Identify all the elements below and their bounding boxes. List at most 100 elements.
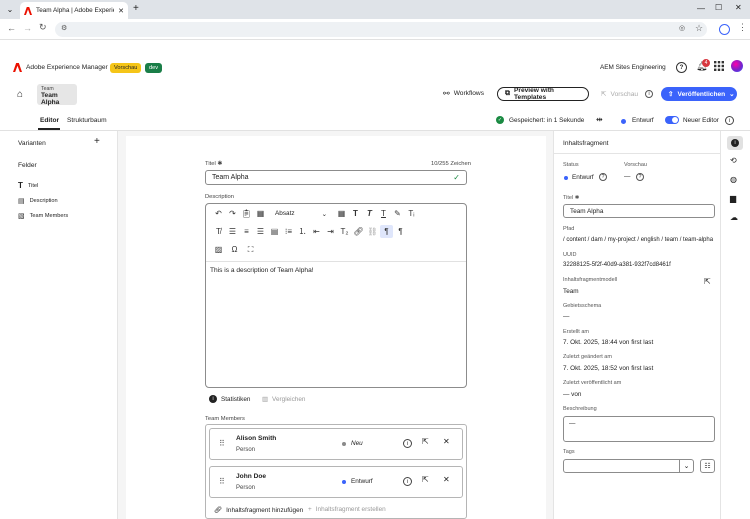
- text-direction-icon[interactable]: ¶: [380, 225, 393, 238]
- field-item-description[interactable]: ▤ Description: [18, 197, 58, 205]
- undo-icon[interactable]: ↶: [212, 207, 225, 220]
- outdent-icon[interactable]: ⇤: [310, 225, 323, 238]
- paste-plain-icon[interactable]: ▦: [254, 207, 267, 220]
- organization-name[interactable]: AEM Sites Engineering: [600, 64, 666, 71]
- drag-handle-icon[interactable]: ⠿: [219, 477, 225, 486]
- tags-combobox[interactable]: ⌄: [563, 459, 694, 473]
- field-item-team-members[interactable]: ▧ Team Members: [18, 212, 68, 220]
- unlink-icon[interactable]: ⛓: [366, 225, 379, 238]
- comments-icon[interactable]: ▆: [730, 194, 736, 203]
- image-icon[interactable]: ▨: [212, 243, 225, 256]
- link-icon[interactable]: 🔗︎: [352, 225, 365, 238]
- remove-member-icon[interactable]: ✕: [443, 437, 450, 446]
- open-fragment-icon[interactable]: ⇱: [422, 475, 429, 484]
- split-view-icon[interactable]: ⇹: [596, 115, 603, 124]
- tab-structure-tree[interactable]: Strukturbaum: [67, 117, 107, 124]
- preview-templates-button[interactable]: ⧉ Preview with Templates: [497, 87, 589, 101]
- ai-generate-icon[interactable]: ☁: [730, 213, 738, 222]
- tags-picker-button[interactable]: ☷: [700, 459, 715, 473]
- member-card[interactable]: ⠿ Alison Smith Person Neu i ⇱ ✕: [209, 428, 463, 460]
- highlight-marker-icon[interactable]: ✎: [391, 207, 404, 220]
- drag-handle-icon[interactable]: ⠿: [219, 439, 225, 448]
- preview-window-icon: ⧉: [505, 90, 510, 97]
- info-icon[interactable]: i: [725, 116, 734, 125]
- fragment-breadcrumb[interactable]: Team Team Alpha: [37, 84, 77, 106]
- member-card[interactable]: ⠿ John Doe Person Entwurf i ⇱ ✕: [209, 466, 463, 498]
- field-item-title[interactable]: T Titel: [18, 181, 38, 190]
- bookmark-star-icon[interactable]: ☆: [695, 23, 703, 34]
- user-avatar[interactable]: [731, 60, 743, 72]
- back-icon[interactable]: ←: [7, 23, 16, 33]
- tab-list-chevron-icon[interactable]: ⌄: [5, 4, 15, 14]
- link-icon: 🔗︎: [214, 507, 223, 514]
- align-center-icon[interactable]: ≡: [240, 225, 253, 238]
- title-input[interactable]: Team Alpha ✓: [205, 170, 467, 185]
- language-globe-icon[interactable]: ◍: [730, 175, 737, 184]
- profile-avatar-icon[interactable]: [719, 24, 730, 35]
- paragraph-mark-icon[interactable]: ¶: [394, 225, 407, 238]
- member-info-icon[interactable]: i: [403, 439, 412, 448]
- open-fragment-icon[interactable]: ⇱: [422, 437, 429, 446]
- workflows-button[interactable]: ⚯ Workflows: [443, 89, 484, 98]
- fullscreen-icon[interactable]: ⛶: [244, 243, 257, 256]
- close-window-icon[interactable]: ✕: [735, 3, 742, 12]
- special-char-omega-icon[interactable]: Ω: [228, 243, 241, 256]
- preview-info-icon[interactable]: i: [645, 90, 653, 98]
- properties-rail-button[interactable]: i: [727, 136, 743, 150]
- text-style-underline-t-icon[interactable]: T: [377, 207, 390, 220]
- publish-button[interactable]: ⇧ Veröffentlichen ⌄: [661, 87, 737, 101]
- maximize-icon[interactable]: ☐: [715, 3, 722, 12]
- compare-label: Vergleichen: [272, 395, 306, 403]
- address-bar[interactable]: ⚙ ◎ ☆: [55, 22, 707, 37]
- browser-menu-icon[interactable]: ⋮: [738, 22, 747, 33]
- help-icon[interactable]: ?: [676, 62, 687, 73]
- left-panel: Varianten + Felder T Titel ▤ Description…: [0, 131, 118, 519]
- create-fragment-button[interactable]: + Inhaltsfragment erstellen: [308, 506, 386, 513]
- rte-toolbar-row-1: ↶ ↷ 📋︎ ▦ Absatz ⌄ ▦ T T T ✎ Tᵢ: [212, 207, 462, 220]
- home-icon[interactable]: ⌂: [17, 89, 23, 100]
- fields-heading: Felder: [18, 162, 37, 169]
- align-left-icon[interactable]: ☰: [226, 225, 239, 238]
- new-tab-button[interactable]: +: [133, 3, 139, 14]
- chevron-down-icon[interactable]: ⌄: [679, 460, 693, 472]
- description-text[interactable]: This is a description of Team Alpha!: [210, 267, 314, 274]
- status-help-icon[interactable]: ?: [599, 173, 607, 181]
- minimize-icon[interactable]: —: [697, 4, 705, 13]
- table-icon[interactable]: ▦: [335, 207, 348, 220]
- forward-icon[interactable]: →: [23, 23, 32, 33]
- redo-icon[interactable]: ↷: [226, 207, 239, 220]
- browser-tab[interactable]: Team Alpha | Adobe Experience ✕: [20, 2, 128, 19]
- numbered-list-icon[interactable]: ⒈: [296, 225, 309, 238]
- text-style-italic-t-icon[interactable]: T: [363, 207, 376, 220]
- site-info-icon[interactable]: ⚙: [61, 24, 67, 32]
- app-switcher-grid-icon[interactable]: [714, 61, 724, 71]
- text-size-icon[interactable]: Tᵢ: [405, 207, 418, 220]
- text-style-bold-t-icon[interactable]: T: [349, 207, 362, 220]
- tab-editor[interactable]: Editor: [40, 117, 59, 124]
- member-info-icon[interactable]: i: [403, 477, 412, 486]
- hide-eye-icon[interactable]: ◎: [679, 24, 685, 32]
- bullet-list-icon[interactable]: ⁝≡: [282, 225, 295, 238]
- title-field-label: Titel ✱: [205, 161, 223, 167]
- paste-icon[interactable]: 📋︎: [240, 207, 253, 220]
- open-model-icon[interactable]: ⇱: [704, 277, 711, 286]
- close-tab-icon[interactable]: ✕: [118, 7, 124, 15]
- align-justify-icon[interactable]: ▤: [268, 225, 281, 238]
- paragraph-format-select[interactable]: Absatz ⌄: [272, 208, 330, 219]
- add-fragment-button[interactable]: 🔗︎ Inhaltsfragment hinzufügen: [214, 506, 303, 515]
- history-icon[interactable]: ⟲: [730, 156, 737, 165]
- description-prop-textarea[interactable]: —: [563, 416, 715, 442]
- clear-format-icon[interactable]: T̸: [212, 225, 225, 238]
- statistics-button[interactable]: i Statistiken: [209, 395, 250, 403]
- new-editor-toggle[interactable]: [665, 116, 679, 124]
- remove-member-icon[interactable]: ✕: [443, 475, 450, 484]
- add-variant-icon[interactable]: +: [94, 136, 100, 147]
- compare-button[interactable]: ▥ Vergleichen: [262, 395, 306, 404]
- indent-icon[interactable]: ⇥: [324, 225, 337, 238]
- reload-icon[interactable]: ↻: [39, 22, 47, 33]
- title-prop-input[interactable]: Team Alpha: [563, 204, 715, 218]
- preview-button[interactable]: ⇱ Vorschau: [601, 90, 638, 99]
- align-right-icon[interactable]: ☰: [254, 225, 267, 238]
- subscript-icon[interactable]: T₂: [338, 225, 351, 238]
- preview-help-icon[interactable]: ?: [636, 173, 644, 181]
